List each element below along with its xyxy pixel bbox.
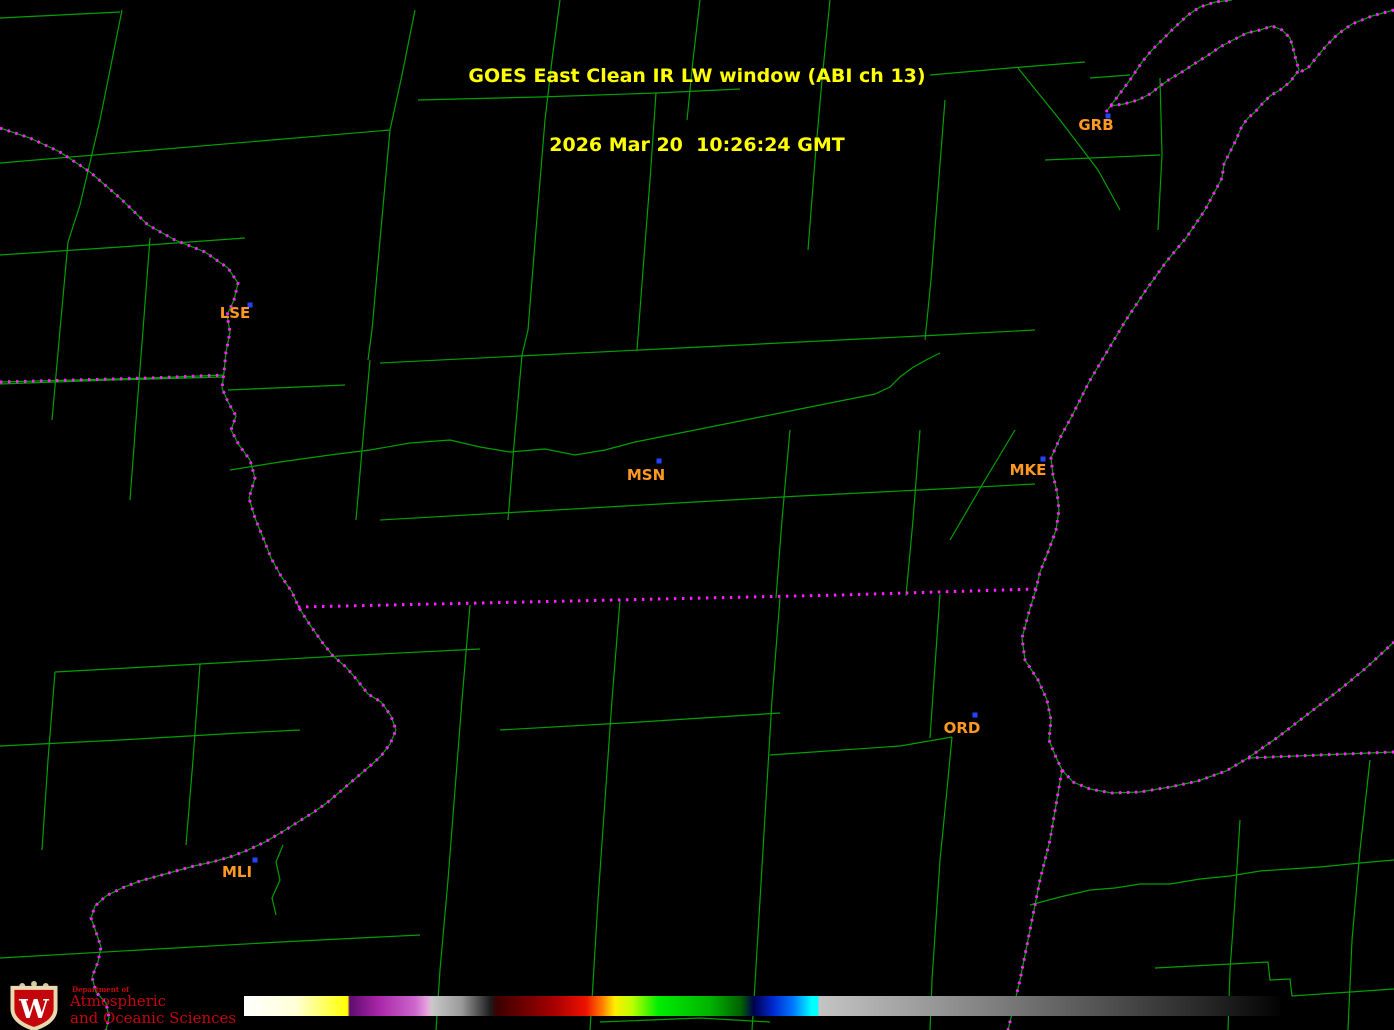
uw-crest-icon: W bbox=[10, 981, 58, 1030]
state-border-dotted-line bbox=[1006, 769, 1064, 1030]
city-label-MLI: MLI bbox=[222, 863, 252, 881]
city-label-LSE: LSE bbox=[220, 304, 251, 322]
product-timestamp: 2026 Mar 20 10:26:24 GMT bbox=[549, 134, 845, 156]
county-boundary-line bbox=[129, 237, 151, 501]
county-boundary-line bbox=[0, 11, 121, 19]
county-boundary-line bbox=[1029, 859, 1394, 906]
county-boundary-line bbox=[51, 241, 69, 421]
county-boundary-line bbox=[41, 671, 56, 851]
county-boundary-line bbox=[589, 599, 621, 1030]
county-boundary-line bbox=[1154, 961, 1394, 997]
product-title: GOES East Clean IR LW window (ABI ch 13)… bbox=[0, 19, 1394, 180]
county-boundary-line bbox=[185, 663, 201, 846]
county-boundary-line bbox=[905, 429, 921, 597]
county-boundary-line bbox=[229, 352, 941, 471]
city-label-ORD: ORD bbox=[944, 719, 981, 737]
city-label-MKE: MKE bbox=[1010, 461, 1047, 479]
satellite-image-viewer: { "title": { "line1": "GOES East Clean I… bbox=[0, 0, 1394, 1030]
county-boundary-line bbox=[379, 483, 1036, 521]
state-border-dotted-line bbox=[297, 587, 1037, 609]
county-boundary-line bbox=[0, 729, 301, 747]
state-border-dotted-line bbox=[0, 126, 398, 1030]
county-boundary-line bbox=[355, 359, 371, 521]
county-boundary-line bbox=[751, 597, 781, 1030]
city-dot-MLI bbox=[252, 857, 258, 863]
county-boundary-line bbox=[227, 384, 346, 391]
county-boundary-line bbox=[929, 593, 941, 739]
product-title-line1: GOES East Clean IR LW window (ABI ch 13) bbox=[468, 65, 926, 87]
county-boundary-line bbox=[1347, 759, 1371, 1030]
county-boundary-line bbox=[0, 237, 246, 256]
logo-name-line2: and Oceanic Sciences bbox=[70, 1009, 237, 1027]
state-border-dotted-line bbox=[1020, 177, 1224, 771]
city-dot-MSN bbox=[656, 458, 662, 464]
colorbar bbox=[244, 996, 1280, 1016]
county-boundary-line bbox=[769, 736, 953, 756]
city-dot-ORD bbox=[972, 712, 978, 718]
county-boundary-line bbox=[499, 712, 781, 731]
county-boundary-line bbox=[54, 648, 481, 673]
county-boundary-line bbox=[929, 736, 953, 1030]
uw-aos-logo: W Department of Atmospheric and Oceanic … bbox=[8, 981, 308, 1030]
county-boundary-line bbox=[599, 1017, 771, 1023]
county-boundary-line bbox=[435, 604, 471, 1030]
logo-name-line1: Atmospheric bbox=[70, 992, 167, 1010]
county-boundary-line bbox=[0, 934, 421, 959]
county-boundary-line bbox=[775, 429, 791, 599]
city-label-MSN: MSN bbox=[627, 466, 665, 484]
county-boundary-line bbox=[379, 329, 1036, 364]
county-boundary-line bbox=[271, 844, 284, 916]
county-boundary-line bbox=[507, 354, 523, 521]
shoreline-line bbox=[0, 127, 397, 1030]
crest-letter: W bbox=[18, 994, 50, 1025]
shoreline-line bbox=[1061, 641, 1394, 794]
